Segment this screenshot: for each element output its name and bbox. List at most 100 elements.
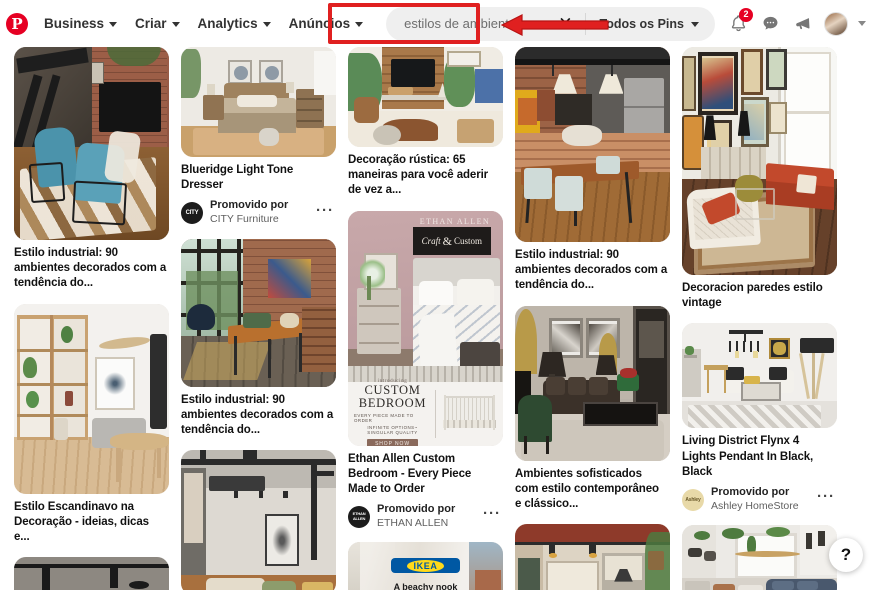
advertiser-info: Promovido por Ashley HomeStore xyxy=(711,486,808,513)
promoted-label: Promovido por xyxy=(377,503,456,516)
pin-overflow-menu-icon[interactable]: ··· xyxy=(815,488,837,511)
pin-card[interactable] xyxy=(181,450,336,590)
account-chevron-down-icon[interactable] xyxy=(858,21,866,26)
notifications-button[interactable]: 2 xyxy=(723,7,753,39)
chevron-down-icon xyxy=(355,22,364,27)
pin-card[interactable]: Estilo industrial: 90 ambientes decorado… xyxy=(515,47,670,294)
advertiser-avatar: ETHAN ALLEN xyxy=(348,505,370,528)
nav-analytics-label: Analytics xyxy=(197,16,258,31)
user-avatar[interactable] xyxy=(824,11,848,36)
ad-badge-ampersand: & xyxy=(442,233,453,248)
pin-image-scandi-shelf[interactable] xyxy=(14,303,169,494)
ad-sub-3: SINGULAR QUALITY xyxy=(367,429,418,435)
pin-image-ethan-allen-ad[interactable]: ETHAN ALLEN Craft & Custom introducing C… xyxy=(348,210,503,446)
pin-title: Estilo Escandinavo na Decoração - ideias… xyxy=(14,500,149,543)
ad-badge-craft: Craft xyxy=(421,236,441,247)
pin-card[interactable]: Estilo industrial: 90 ambientes decorado… xyxy=(14,47,169,292)
promoted-by-row[interactable]: CITY Promovido por CITY Furniture ··· xyxy=(181,199,336,226)
ad-headline-1: CUSTOM xyxy=(364,382,421,397)
pin-image-classic-dark-living[interactable] xyxy=(515,305,670,461)
pin-card[interactable] xyxy=(515,524,670,590)
advertiser-avatar: CITY xyxy=(181,202,203,225)
pin-title: Ethan Allen Custom Bedroom - Every Piece… xyxy=(348,452,472,495)
pin-title: Ambientes sofisticados com estilo contem… xyxy=(515,467,659,510)
pin-image-industrial-living-teal[interactable] xyxy=(14,47,169,240)
ad-headline-2: BEDROOM xyxy=(358,395,427,410)
nav-business-label: Business xyxy=(44,16,105,31)
pin-title: Blueridge Light Tone Dresser xyxy=(181,164,294,192)
pin-card[interactable]: IKEA A beachy nook sans the sand xyxy=(348,542,503,590)
ikea-headline-1: A beachy nook xyxy=(393,581,458,590)
pin-overflow-menu-icon[interactable]: ··· xyxy=(314,202,336,225)
pin-column-5: Decoracion paredes estilo vintage Living… xyxy=(676,47,843,590)
pin-image-vintage-gallery-wall[interactable] xyxy=(682,47,837,275)
ad-badge-custom: Custom xyxy=(454,236,483,247)
advertiser-avatar: Ashley xyxy=(682,488,704,511)
pins-filter-label: Todos os Pins xyxy=(599,16,685,31)
pin-image-industrial-kitchen-brick[interactable] xyxy=(515,47,670,242)
messages-button[interactable] xyxy=(755,9,785,39)
pin-card[interactable]: Estilo Escandinavo na Decoração - ideias… xyxy=(14,303,169,546)
pin-card-promoted[interactable]: ETHAN ALLEN Craft & Custom introducing C… xyxy=(348,210,503,531)
megaphone-icon xyxy=(795,18,809,30)
pin-title: Living District Flynx 4 Lights Pendant I… xyxy=(682,435,814,478)
nav-anuncios-label: Anúncios xyxy=(288,16,351,31)
pin-title: Decoracion paredes estilo vintage xyxy=(682,282,823,310)
pin-image-industrial-pipes-dark[interactable] xyxy=(14,557,169,590)
pin-card[interactable]: Decoracion paredes estilo vintage xyxy=(682,47,837,311)
pin-column-2: Blueridge Light Tone Dresser CITY Promov… xyxy=(175,47,342,590)
chevron-down-icon xyxy=(691,22,699,27)
pin-column-4: Estilo industrial: 90 ambientes decorado… xyxy=(509,47,676,590)
advertiser-info: Promovido por ETHAN ALLEN xyxy=(377,503,474,530)
pin-image-white-plant-room[interactable] xyxy=(682,525,837,590)
chat-icon xyxy=(763,16,777,30)
pin-card[interactable]: Ambientes sofisticados com estilo contem… xyxy=(515,305,670,513)
pin-card-promoted[interactable]: Living District Flynx 4 Lights Pendant I… xyxy=(682,323,837,513)
ads-megaphone-button[interactable] xyxy=(787,9,817,39)
pin-image-loft-red-ceiling[interactable] xyxy=(515,524,670,590)
pins-filter-dropdown[interactable]: Todos os Pins xyxy=(586,17,716,31)
pin-image-industrial-pipe-wall[interactable] xyxy=(181,450,336,590)
header-icon-group: 2 xyxy=(723,7,869,39)
pin-card[interactable] xyxy=(14,557,169,590)
notification-badge: 2 xyxy=(739,7,753,22)
search-bar[interactable]: ✕ Todos os Pins xyxy=(386,6,716,41)
pin-image-lighting-ad-room[interactable] xyxy=(682,323,837,429)
advertiser-info: Promovido por CITY Furniture xyxy=(210,199,307,226)
pin-column-1: Estilo industrial: 90 ambientes decorado… xyxy=(8,47,175,590)
pin-title: Estilo industrial: 90 ambientes decorado… xyxy=(181,393,334,437)
pin-card-promoted[interactable]: Blueridge Light Tone Dresser CITY Promov… xyxy=(181,47,336,227)
pin-overflow-menu-icon[interactable]: ··· xyxy=(481,505,503,528)
pin-image-industrial-dining-window[interactable] xyxy=(181,238,336,387)
pin-image-ikea-ad[interactable]: IKEA A beachy nook sans the sand xyxy=(348,542,503,590)
masonry-columns: Estilo industrial: 90 ambientes decorado… xyxy=(8,47,869,590)
advertiser-name: Ashley HomeStore xyxy=(711,499,799,512)
pin-card[interactable] xyxy=(682,525,837,590)
chevron-down-icon xyxy=(171,22,180,27)
promoted-by-row[interactable]: ETHAN ALLEN Promovido por ETHAN ALLEN ··… xyxy=(348,503,503,530)
nav-criar-label: Criar xyxy=(135,16,167,31)
help-button[interactable]: ? xyxy=(829,538,863,572)
ad-shop-now-button[interactable]: SHOP NOW xyxy=(367,438,418,446)
pin-card[interactable]: Decoração rústica: 65 maneiras para você… xyxy=(348,47,503,199)
pin-card[interactable]: Estilo industrial: 90 ambientes decorado… xyxy=(181,238,336,439)
pin-title: Estilo industrial: 90 ambientes decorado… xyxy=(14,247,167,290)
nav-item-criar[interactable]: Criar xyxy=(126,10,189,37)
ikea-logo-text: IKEA xyxy=(406,559,445,572)
nav-item-analytics[interactable]: Analytics xyxy=(189,10,280,37)
clear-search-icon[interactable]: ✕ xyxy=(546,15,584,32)
promoted-by-row[interactable]: Ashley Promovido por Ashley HomeStore ··… xyxy=(682,486,837,513)
chevron-down-icon xyxy=(262,22,271,27)
promoted-label: Promovido por xyxy=(711,485,790,498)
pin-column-3: Decoração rústica: 65 maneiras para você… xyxy=(342,47,509,590)
pin-title: Estilo industrial: 90 ambientes decorado… xyxy=(515,249,668,292)
pinterest-logo-icon[interactable]: P xyxy=(6,12,28,35)
nav-item-business[interactable]: Business xyxy=(35,10,126,37)
pin-image-bedroom-dresser[interactable] xyxy=(181,47,336,157)
advertiser-name: CITY Furniture xyxy=(210,213,279,226)
chevron-down-icon xyxy=(109,22,118,27)
promoted-label: Promovido por xyxy=(210,199,289,212)
pin-image-rustic-tv-wall[interactable] xyxy=(348,47,503,147)
nav-item-anuncios[interactable]: Anúncios xyxy=(280,10,373,37)
search-input[interactable] xyxy=(386,16,547,31)
